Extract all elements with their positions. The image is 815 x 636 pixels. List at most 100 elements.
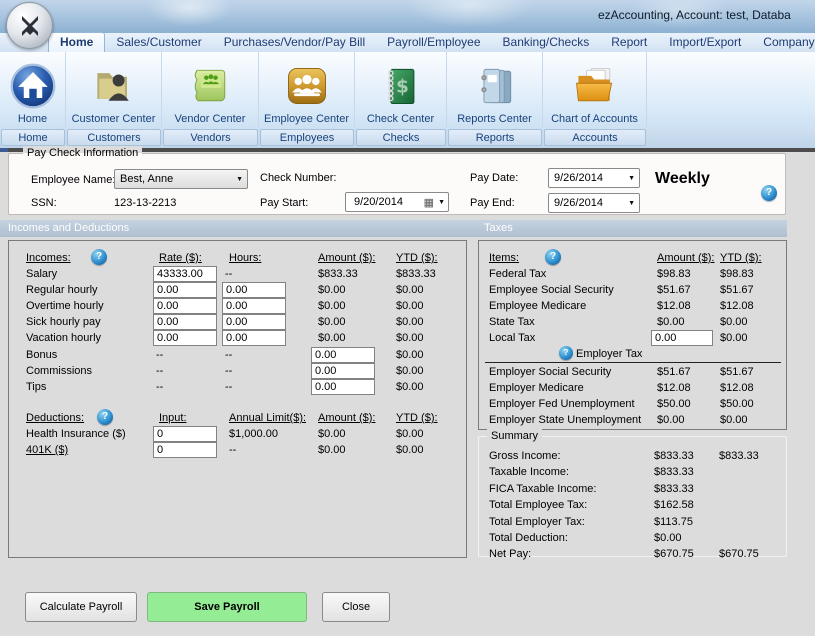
chevron-down-icon: ▼	[628, 175, 635, 182]
caption-home[interactable]: Home	[1, 129, 65, 146]
deductions-help-globe-icon[interactable]: ?	[97, 409, 113, 425]
menu-item-purchases-vendor-pay-bill[interactable]: Purchases/Vendor/Pay Bill	[213, 33, 376, 52]
gross-income-ytd-value: $833.33	[719, 449, 759, 463]
sick-hourly-pay-rate-input[interactable]	[153, 314, 217, 330]
pay-start-datepicker[interactable]: 9/20/2014 ▦ ▼	[345, 192, 449, 212]
chevron-down-icon: ▼	[438, 199, 445, 206]
pay-date-dropdown[interactable]: 9/26/2014 ▼	[548, 168, 640, 188]
salary-hours-value: --	[225, 267, 232, 281]
vacation-hourly-hours-input[interactable]	[222, 330, 286, 346]
employer-state-unemployment-row-label: Employer State Unemployment	[489, 413, 641, 427]
check-center-icon: $	[377, 59, 425, 113]
bonus-amount-input[interactable]	[311, 347, 375, 363]
taxes-panel: Items:?Amount ($):YTD ($):Federal Tax$98…	[478, 240, 787, 430]
employee-name-dropdown[interactable]: Best, Anne ▼	[114, 169, 248, 189]
toolbar-vendor-center-button[interactable]: Vendor Center	[162, 52, 259, 128]
employer-fed-unemployment-ytd-value: $50.00	[720, 397, 754, 411]
total-employer-tax-value: $113.75	[654, 515, 693, 529]
employer-social-security-row-label: Employer Social Security	[489, 365, 611, 379]
toolbar-chart-of-accounts-button[interactable]: Chart of Accounts	[543, 52, 647, 128]
overtime-hourly-hours-input[interactable]	[222, 298, 286, 314]
vacation-hourly-rate-input[interactable]	[153, 330, 217, 346]
employer-fed-unemployment-row-label: Employer Fed Unemployment	[489, 397, 635, 411]
close-button[interactable]: Close	[322, 592, 390, 622]
overtime-hourly-rate-input[interactable]	[153, 298, 217, 314]
employee-medicare-amount-value: $12.08	[657, 299, 691, 313]
check-number-label: Check Number:	[260, 172, 336, 184]
calculate-payroll-button[interactable]: Calculate Payroll	[25, 592, 137, 622]
employee-center-icon	[283, 59, 331, 113]
sick-hourly-pay-hours-input[interactable]	[222, 314, 286, 330]
caption-accounts[interactable]: Accounts	[544, 129, 646, 146]
taxable-income-value: $833.33	[654, 465, 694, 479]
employer-tax-help-globe-icon[interactable]: ?	[559, 346, 573, 360]
menu-item-banking-checks[interactable]: Banking/Checks	[492, 33, 601, 52]
regular-hourly-rate-input[interactable]	[153, 282, 217, 298]
toolbar-reports-center-button[interactable]: Reports Center	[447, 52, 543, 128]
fica-taxable-income-value: $833.33	[654, 482, 694, 496]
menu-item-payroll-employee[interactable]: Payroll/Employee	[376, 33, 491, 52]
caption-customers[interactable]: Customers	[67, 129, 161, 146]
menu-item-import-export[interactable]: Import/Export	[658, 33, 752, 52]
total-employee-tax-label: Total Employee Tax:	[489, 498, 587, 512]
toolbar-reports-center-label: Reports Center	[457, 113, 532, 125]
bonus-hours-value: --	[225, 348, 232, 362]
bonus-ytd-value: $0.00	[396, 348, 424, 362]
net-pay-label: Net Pay:	[489, 547, 531, 561]
pay-end-dropdown[interactable]: 9/26/2014 ▼	[548, 193, 640, 213]
toolbar-caption-row: Home Customers Vendors Employees Checks …	[0, 128, 815, 148]
taxable-income-label: Taxable Income:	[489, 465, 569, 479]
taxes-section-header: Taxes	[484, 222, 513, 234]
app-logo-icon[interactable]	[6, 2, 53, 49]
pay-check-information-groupbox: Pay Check Information Employee Name: Bes…	[8, 153, 786, 215]
net-pay-value: $670.75	[654, 547, 694, 561]
menu-item-report[interactable]: Report	[600, 33, 658, 52]
app-window: ezAccounting, Account: test, Databa Home…	[0, 0, 815, 636]
caption-vendors[interactable]: Vendors	[163, 129, 258, 146]
toolbar-chart-of-accounts-label: Chart of Accounts	[551, 113, 638, 125]
pay-date-value: 9/26/2014	[554, 172, 603, 184]
caption-employees[interactable]: Employees	[260, 129, 354, 146]
pay-end-label: Pay End:	[470, 197, 515, 209]
caption-checks[interactable]: Checks	[356, 129, 446, 146]
menu-item-company[interactable]: Company	[752, 33, 815, 52]
vacation-hourly-ytd-value: $0.00	[396, 331, 424, 345]
caption-reports[interactable]: Reports	[448, 129, 542, 146]
save-payroll-button[interactable]: Save Payroll	[147, 592, 307, 622]
bonus-rate-value: --	[156, 348, 163, 362]
health-insurance-row-label: Health Insurance ($)	[26, 427, 126, 441]
employee-medicare-ytd-value: $12.08	[720, 299, 754, 313]
overtime-hourly-amount-value: $0.00	[318, 299, 346, 313]
incomes-help-globe-icon[interactable]: ?	[91, 249, 107, 265]
paycheck-help-globe-icon[interactable]: ?	[761, 185, 777, 201]
taxes-help-globe-icon[interactable]: ?	[545, 249, 561, 265]
commissions-rate-value: --	[156, 364, 163, 378]
employee-name-label: Employee Name:	[31, 174, 115, 186]
toolbar-check-center-button[interactable]: $ Check Center	[355, 52, 447, 128]
home-icon	[9, 59, 57, 113]
pay-check-information-legend: Pay Check Information	[23, 146, 142, 160]
local-tax-row-label: Local Tax	[489, 331, 535, 345]
toolbar-home-button[interactable]: Home	[0, 52, 66, 128]
401k-input[interactable]	[153, 442, 217, 458]
vacation-hourly-row-label: Vacation hourly	[26, 331, 101, 345]
employer-tax-divider	[485, 362, 781, 363]
employer-fed-unemployment-amount-value: $50.00	[657, 397, 691, 411]
pay-start-value: 9/20/2014	[354, 196, 403, 208]
regular-hourly-hours-input[interactable]	[222, 282, 286, 298]
salary-rate-input[interactable]	[153, 266, 217, 282]
employer-social-security-amount-value: $51.67	[657, 365, 691, 379]
toolbar-employee-center-button[interactable]: Employee Center	[259, 52, 355, 128]
taxes-ytd-header: YTD ($):	[720, 251, 762, 265]
menu-item-sales-customer[interactable]: Sales/Customer	[105, 33, 212, 52]
menu-item-home[interactable]: Home	[48, 32, 105, 52]
commissions-amount-input[interactable]	[311, 363, 375, 379]
tips-amount-input[interactable]	[311, 379, 375, 395]
local-tax-amount-input[interactable]	[651, 330, 713, 346]
401k-row-label[interactable]: 401K ($)	[26, 443, 68, 457]
toolbar-customer-center-label: Customer Center	[72, 113, 156, 125]
health-insurance-input[interactable]	[153, 426, 217, 442]
customer-center-icon	[90, 59, 138, 113]
toolbar-customer-center-button[interactable]: Customer Center	[66, 52, 162, 128]
regular-hourly-amount-value: $0.00	[318, 283, 346, 297]
